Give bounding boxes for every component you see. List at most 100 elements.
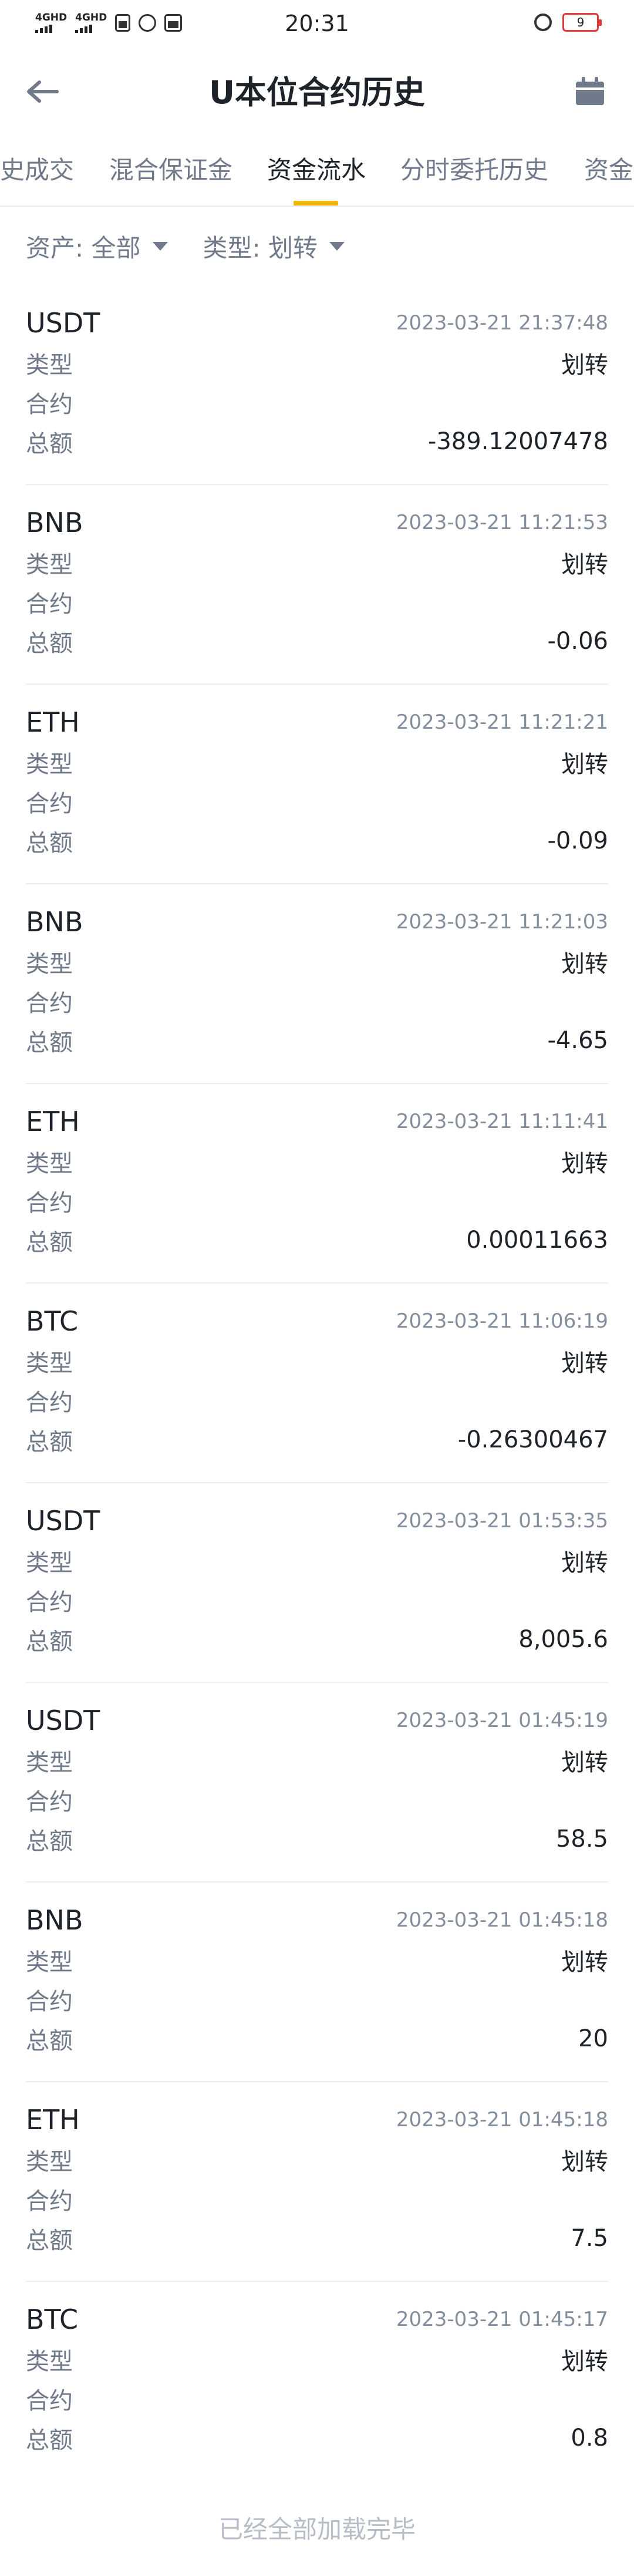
record-amount-label: 总额 bbox=[26, 629, 73, 657]
record-header: BTC 2023-03-21 01:45:17 bbox=[26, 2299, 608, 2339]
record-asset: ETH bbox=[26, 2104, 80, 2136]
record-item[interactable]: ETH 2023-03-21 01:45:18 类型 划转 合约 总额 7.5 bbox=[26, 2082, 608, 2282]
battery-icon: 9 bbox=[562, 13, 602, 32]
record-header: USDT 2023-03-21 01:53:35 bbox=[26, 1501, 608, 1541]
load-complete-message: 已经全部加载完毕 bbox=[218, 2515, 416, 2544]
record-time: 2023-03-21 21:37:48 bbox=[396, 311, 608, 335]
record-amount-label: 总额 bbox=[26, 430, 73, 457]
record-time: 2023-03-21 01:45:17 bbox=[396, 2308, 608, 2331]
record-asset: USDT bbox=[26, 1705, 100, 1736]
record-time: 2023-03-21 11:21:03 bbox=[396, 910, 608, 934]
arrow-left-icon bbox=[27, 80, 59, 103]
record-amount-value: -4.65 bbox=[547, 1026, 609, 1054]
record-item[interactable]: ETH 2023-03-21 11:21:21 类型 划转 合约 总额 -0.0… bbox=[26, 685, 608, 884]
record-type-row: 类型 划转 bbox=[26, 543, 608, 582]
record-type-row: 类型 划转 bbox=[26, 1940, 608, 1979]
calendar-icon bbox=[576, 77, 604, 105]
record-contract-label: 合约 bbox=[26, 1788, 73, 1816]
record-amount-label: 总额 bbox=[26, 1228, 73, 1256]
record-amount-label: 总额 bbox=[26, 1827, 73, 1855]
type-filter[interactable]: 类型: 划转 bbox=[203, 228, 345, 264]
record-asset: BNB bbox=[26, 906, 83, 938]
record-item[interactable]: BTC 2023-03-21 01:45:17 类型 划转 合约 总额 0.8 bbox=[26, 2282, 608, 2481]
record-contract-row: 合约 bbox=[26, 2379, 608, 2418]
record-amount-row: 总额 -0.06 bbox=[26, 621, 608, 661]
record-contract-label: 合约 bbox=[26, 2387, 73, 2415]
record-type-label: 类型 bbox=[26, 1349, 73, 1377]
page-title: U本位合约历史 bbox=[209, 73, 425, 111]
record-type-value: 划转 bbox=[561, 1150, 608, 1177]
record-amount-row: 总额 -0.26300467 bbox=[26, 1420, 608, 1459]
record-contract-label: 合约 bbox=[26, 390, 73, 418]
caret-down-icon bbox=[329, 241, 345, 251]
record-item[interactable]: USDT 2023-03-21 01:53:35 类型 划转 合约 总额 8,0… bbox=[26, 1483, 608, 1683]
record-type-label: 类型 bbox=[26, 2148, 73, 2176]
record-amount-value: 0.00011663 bbox=[466, 1226, 608, 1254]
record-contract-row: 合约 bbox=[26, 1380, 608, 1420]
record-item[interactable]: BNB 2023-03-21 01:45:18 类型 划转 合约 总额 20 bbox=[26, 1883, 608, 2082]
record-contract-row: 合约 bbox=[26, 782, 608, 821]
asset-filter-label: 资产: 全部 bbox=[26, 233, 141, 262]
record-type-label: 类型 bbox=[26, 2348, 73, 2375]
record-contract-row: 合约 bbox=[26, 981, 608, 1021]
record-type-value: 划转 bbox=[561, 1349, 608, 1377]
record-list: USDT 2023-03-21 21:37:48 类型 划转 合约 总额 -38… bbox=[0, 285, 634, 2481]
record-type-label: 类型 bbox=[26, 551, 73, 578]
record-asset: BTC bbox=[26, 1305, 79, 1337]
record-item[interactable]: ETH 2023-03-21 11:11:41 类型 划转 合约 总额 0.00… bbox=[26, 1084, 608, 1284]
record-amount-label: 总额 bbox=[26, 2426, 73, 2454]
record-amount-label: 总额 bbox=[26, 2027, 73, 2055]
record-time: 2023-03-21 11:21:53 bbox=[396, 511, 608, 534]
record-contract-label: 合约 bbox=[26, 1389, 73, 1416]
record-type-label: 类型 bbox=[26, 1549, 73, 1577]
record-item[interactable]: USDT 2023-03-21 21:37:48 类型 划转 合约 总额 -38… bbox=[26, 285, 608, 485]
record-contract-label: 合约 bbox=[26, 590, 73, 618]
record-time: 2023-03-21 11:11:41 bbox=[396, 1110, 608, 1133]
record-type-value: 划转 bbox=[561, 2348, 608, 2375]
record-amount-label: 总额 bbox=[26, 1428, 73, 1456]
record-amount-row: 总额 58.5 bbox=[26, 1819, 608, 1858]
status-bar: 4GHD 4GHD 20:31 9 bbox=[0, 0, 634, 48]
record-asset: BTC bbox=[26, 2304, 79, 2335]
record-asset: BNB bbox=[26, 507, 83, 538]
record-type-row: 类型 划转 bbox=[26, 2339, 608, 2379]
record-header: USDT 2023-03-21 01:45:19 bbox=[26, 1701, 608, 1740]
record-item[interactable]: USDT 2023-03-21 01:45:19 类型 划转 合约 总额 58.… bbox=[26, 1683, 608, 1883]
record-asset: ETH bbox=[26, 706, 80, 738]
back-button[interactable] bbox=[22, 74, 63, 109]
record-contract-row: 合约 bbox=[26, 1580, 608, 1619]
record-contract-label: 合约 bbox=[26, 2187, 73, 2215]
record-asset: USDT bbox=[26, 307, 100, 339]
record-item[interactable]: BNB 2023-03-21 11:21:53 类型 划转 合约 总额 -0.0… bbox=[26, 485, 608, 685]
record-contract-row: 合约 bbox=[26, 382, 608, 422]
record-amount-row: 总额 8,005.6 bbox=[26, 1619, 608, 1659]
tab-twap-history[interactable]: 分时委托历史 bbox=[400, 130, 548, 206]
record-amount-value: -0.06 bbox=[547, 627, 609, 655]
tab-trade-history[interactable]: 史成交 bbox=[0, 130, 74, 206]
record-amount-value: -0.26300467 bbox=[457, 1426, 608, 1453]
record-contract-row: 合约 bbox=[26, 2179, 608, 2218]
record-type-row: 类型 划转 bbox=[26, 1341, 608, 1380]
record-item[interactable]: BNB 2023-03-21 11:21:03 类型 划转 合约 总额 -4.6… bbox=[26, 884, 608, 1084]
tab-fund-flow[interactable]: 资金流水 bbox=[267, 130, 366, 206]
calendar-button[interactable] bbox=[569, 74, 611, 109]
record-contract-row: 合约 bbox=[26, 1979, 608, 2019]
record-type-row: 类型 划转 bbox=[26, 1141, 608, 1181]
record-type-row: 类型 划转 bbox=[26, 2140, 608, 2179]
record-contract-label: 合约 bbox=[26, 1189, 73, 1217]
record-header: BNB 2023-03-21 11:21:53 bbox=[26, 503, 608, 543]
record-type-value: 划转 bbox=[561, 551, 608, 578]
record-type-label: 类型 bbox=[26, 1150, 73, 1177]
record-type-label: 类型 bbox=[26, 1749, 73, 1776]
record-type-label: 类型 bbox=[26, 1948, 73, 1976]
record-item[interactable]: BTC 2023-03-21 11:06:19 类型 划转 合约 总额 -0.2… bbox=[26, 1284, 608, 1483]
tab-mixed-margin[interactable]: 混合保证金 bbox=[109, 130, 232, 206]
asset-filter[interactable]: 资产: 全部 bbox=[26, 228, 168, 264]
record-amount-row: 总额 7.5 bbox=[26, 2218, 608, 2258]
record-asset: BNB bbox=[26, 1904, 83, 1936]
active-tab-indicator bbox=[294, 201, 338, 206]
alarm-icon bbox=[534, 14, 552, 31]
record-header: BNB 2023-03-21 01:45:18 bbox=[26, 1900, 608, 1940]
record-amount-value: 7.5 bbox=[571, 2224, 608, 2252]
tab-funding[interactable]: 资金 bbox=[584, 130, 633, 206]
